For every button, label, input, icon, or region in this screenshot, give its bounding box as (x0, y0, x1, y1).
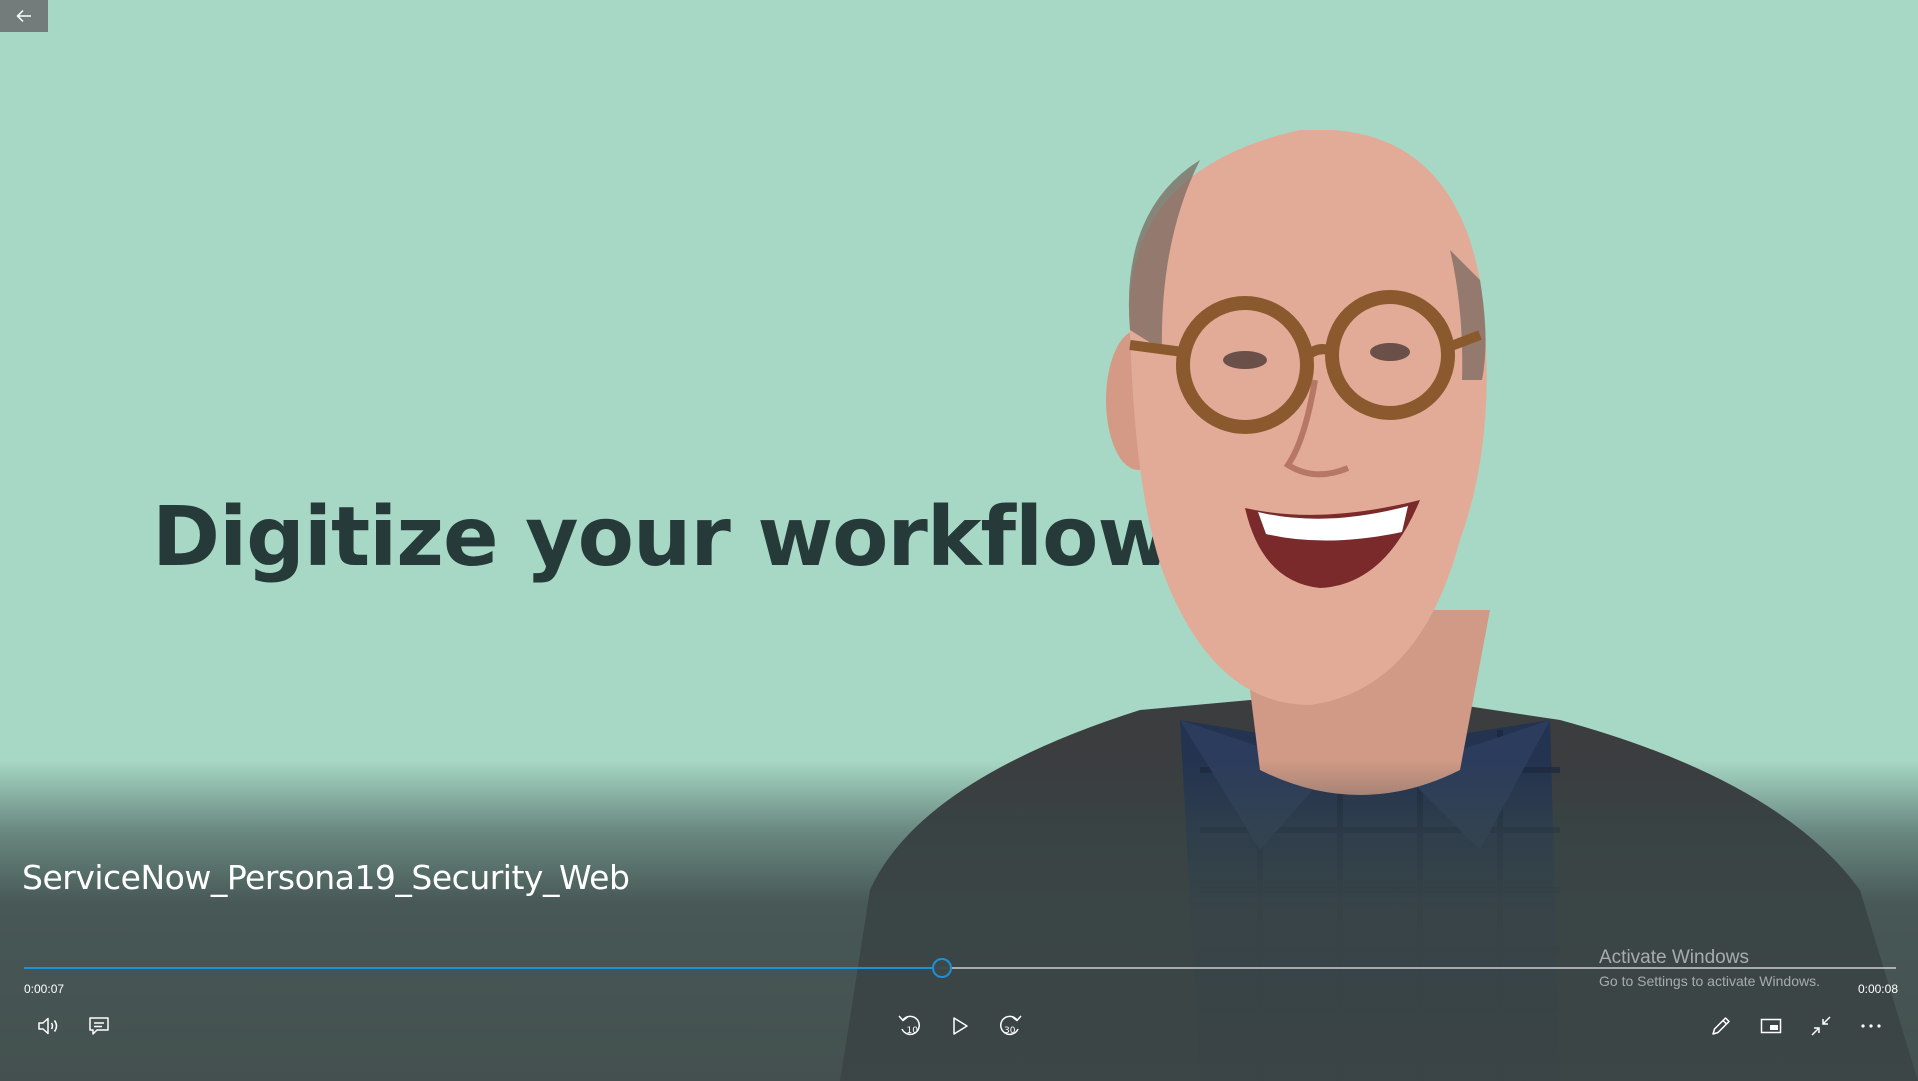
video-frame[interactable]: Digitize your workflows. (0, 0, 1918, 1081)
volume-button[interactable] (28, 1005, 70, 1047)
skip-back-10-icon: 10 (898, 1015, 920, 1036)
skip-back-label: 10 (907, 1026, 919, 1036)
volume-icon (38, 1017, 58, 1035)
back-button[interactable] (0, 0, 48, 32)
skip-forward-button[interactable]: 30 (989, 1005, 1031, 1047)
video-title: ServiceNow_Persona19_Security_Web (22, 858, 630, 897)
skip-back-button[interactable]: 10 (889, 1005, 931, 1047)
play-icon (953, 1017, 968, 1035)
skip-forward-label: 30 (1004, 1026, 1016, 1036)
captions-icon (89, 1017, 109, 1035)
more-options-button[interactable] (1850, 1005, 1892, 1047)
play-button[interactable] (939, 1005, 981, 1047)
skip-forward-30-icon: 30 (1000, 1015, 1022, 1036)
pen-icon (1712, 1017, 1730, 1035)
watermark-subtitle: Go to Settings to activate Windows. (1599, 973, 1820, 989)
presenter-figure (840, 130, 1918, 1081)
activate-windows-watermark: Activate Windows Go to Settings to activ… (1599, 947, 1820, 989)
exit-fullscreen-icon (1811, 1016, 1831, 1036)
mini-view-button[interactable] (1750, 1005, 1792, 1047)
captions-button[interactable] (78, 1005, 120, 1047)
mini-view-icon (1760, 1018, 1782, 1034)
exit-fullscreen-button[interactable] (1800, 1005, 1842, 1047)
arrow-left-icon (16, 9, 31, 23)
watermark-title: Activate Windows (1599, 947, 1749, 968)
seek-bar-progress (24, 967, 942, 969)
total-time: 0:00:08 (1857, 982, 1898, 996)
draw-button[interactable] (1700, 1005, 1742, 1047)
current-time: 0:00:07 (24, 982, 65, 996)
media-player: Digitize your workflows. ServiceNow_Pers… (0, 0, 1918, 1081)
more-options-icon (1861, 1024, 1881, 1028)
